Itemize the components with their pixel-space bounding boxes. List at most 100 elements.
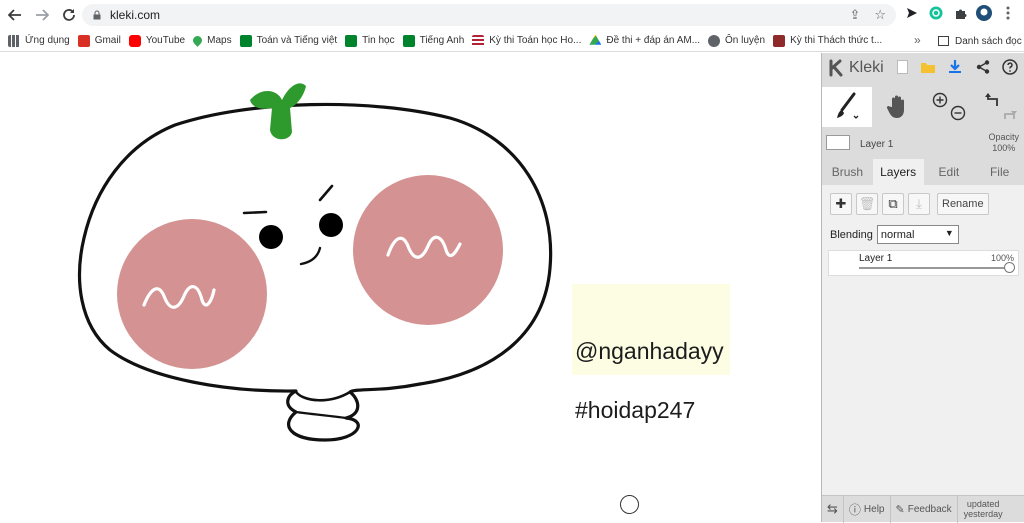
download-icon[interactable]: [947, 59, 963, 75]
more-bookmarks-button[interactable]: »: [914, 33, 921, 47]
feedback-button[interactable]: ✎ Feedback: [891, 495, 958, 523]
new-image-icon[interactable]: [894, 59, 910, 75]
zoom-in-icon[interactable]: [932, 92, 948, 108]
feedback-label: Feedback: [907, 503, 952, 515]
hand-tool-button[interactable]: [872, 87, 922, 127]
plus-icon: ✚: [835, 196, 847, 211]
swap-sides-button[interactable]: ⇆: [822, 495, 844, 523]
question-circle-icon: ⓘ: [848, 502, 861, 517]
gmail-icon: [77, 34, 90, 47]
bookmark-tin-hoc[interactable]: Tin học: [337, 34, 395, 47]
brush-cursor: [620, 495, 639, 514]
undo-redo-buttons: [972, 87, 1022, 127]
layers-pane: ✚ 🗑 ⧉ ⤓ Rename Blending normal ▼ Layer 1…: [822, 185, 1024, 495]
share-page-icon[interactable]: ⇪: [849, 7, 860, 23]
bookmarks-bar: Ứng dụng Gmail YouTube Maps Toán và Tiến…: [0, 30, 1024, 52]
back-arrow-icon: [8, 9, 21, 21]
bookmark-label: Ôn luyện: [725, 35, 766, 46]
layer-list-item[interactable]: Layer 1 100%: [828, 250, 1019, 276]
bookmark-label: Toán và Tiếng việt: [256, 35, 338, 46]
bookmark-youtube[interactable]: YouTube: [121, 34, 186, 47]
address-bar[interactable]: kleki.com ⇪ ☆: [82, 4, 896, 26]
lock-icon: [93, 10, 101, 20]
kleki-logo-text: Kleki: [849, 59, 884, 76]
add-layer-button[interactable]: ✚: [830, 193, 852, 215]
reading-list-icon: [938, 36, 949, 46]
layer-opacity-slider[interactable]: [859, 262, 1015, 273]
profile-avatar-icon[interactable]: [976, 5, 992, 21]
chrome-menu-icon[interactable]: [1000, 5, 1016, 21]
bookmark-label: Ứng dụng: [25, 35, 70, 46]
blending-select[interactable]: normal ▼: [876, 225, 959, 244]
puzzle-extensions-icon[interactable]: [952, 5, 968, 21]
share-icon[interactable]: [975, 59, 991, 75]
help-label: Help: [863, 503, 885, 515]
chevron-down-icon: ▼: [944, 228, 954, 238]
forward-button[interactable]: [30, 3, 54, 27]
opacity-label: Opacity: [988, 132, 1019, 142]
bookmark-favicon-icon: [773, 34, 786, 47]
bookmark-gmail[interactable]: Gmail: [70, 34, 121, 47]
layer-buttons: ✚ 🗑 ⧉ ⤓ Rename: [830, 193, 989, 215]
duplicate-layer-button[interactable]: ⧉: [882, 193, 904, 215]
right-cheek: [353, 175, 503, 325]
zoom-out-icon[interactable]: [950, 105, 966, 121]
slider-knob[interactable]: [1004, 262, 1015, 273]
tab-edit[interactable]: Edit: [924, 159, 975, 185]
undo-icon[interactable]: [984, 92, 1000, 108]
help-question-icon[interactable]: [1002, 59, 1018, 75]
reload-button[interactable]: [57, 3, 81, 27]
bookmark-star-icon[interactable]: ☆: [874, 7, 886, 23]
reload-icon: [63, 9, 75, 21]
bookmark-on-luyen[interactable]: Ôn luyện: [700, 34, 766, 47]
us-flag-icon: [472, 34, 485, 47]
layer-thumbnail: [826, 135, 850, 150]
merge-layer-button[interactable]: ⤓: [908, 193, 930, 215]
right-eye: [319, 213, 343, 237]
zoom-buttons: [922, 87, 972, 127]
send-extension-icon[interactable]: [904, 5, 920, 21]
kleki-logo[interactable]: Kleki: [828, 59, 884, 77]
updated-info[interactable]: updated yesterday: [958, 499, 1003, 519]
brush-tool-button[interactable]: [822, 87, 872, 127]
tab-file[interactable]: File: [974, 159, 1024, 185]
drawing-canvas[interactable]: @nganhadayy #hoidap247: [0, 53, 821, 522]
forward-arrow-icon: [36, 9, 49, 21]
hand-icon: [886, 95, 904, 118]
bookmark-label: YouTube: [145, 35, 186, 46]
youtube-icon: [128, 34, 141, 47]
bookmark-label: Đề thi + đáp án AM...: [606, 35, 701, 46]
bookmark-maps[interactable]: Maps: [185, 34, 232, 47]
reading-list-button[interactable]: Danh sách đọc: [938, 30, 1022, 52]
url-text: kleki.com: [110, 8, 161, 22]
extensions-area: [904, 5, 1016, 21]
tab-brush[interactable]: Brush: [822, 159, 873, 185]
current-layer-info: Layer 1 Opacity 100%: [822, 132, 1024, 156]
bookmark-tieng-anh[interactable]: Tiếng Anh: [395, 34, 464, 47]
back-button[interactable]: [3, 3, 27, 27]
bookmark-label: Gmail: [94, 35, 121, 46]
tool-row: [822, 87, 1024, 127]
meet-icon: [345, 34, 358, 47]
panel-tabs: Brush Layers Edit File: [822, 159, 1024, 185]
help-button[interactable]: ⓘ Help: [844, 495, 891, 523]
brush-icon: [837, 92, 859, 119]
layer-item-thumbnail: [832, 255, 850, 269]
delete-layer-button[interactable]: 🗑: [856, 193, 878, 215]
merge-down-icon: ⤓: [916, 196, 922, 211]
browser-toolbar: kleki.com ⇪ ☆: [0, 0, 1024, 30]
bookmark-apps[interactable]: Ứng dụng: [0, 34, 70, 47]
bookmark-de-thi[interactable]: Đề thi + đáp án AM...: [581, 34, 701, 47]
duplicate-icon: ⧉: [888, 196, 898, 211]
open-folder-icon[interactable]: [920, 59, 936, 75]
bookmark-toan-tieng-viet[interactable]: Toán và Tiếng việt: [232, 34, 338, 47]
rename-layer-button[interactable]: Rename: [937, 193, 989, 215]
bookmark-ky-thi-toan-hoc[interactable]: Kỳ thi Toán học Ho...: [464, 34, 581, 47]
maps-pin-icon: [191, 34, 204, 47]
grammar-extension-icon[interactable]: [928, 5, 944, 21]
redo-icon[interactable]: [1002, 105, 1018, 121]
bookmark-label: Kỳ thi Thách thức t...: [790, 35, 883, 46]
on-luyen-icon: [708, 34, 721, 47]
bookmark-ky-thi-thach-thuc[interactable]: Kỳ thi Thách thức t...: [765, 34, 883, 47]
tab-layers[interactable]: Layers: [872, 159, 924, 185]
